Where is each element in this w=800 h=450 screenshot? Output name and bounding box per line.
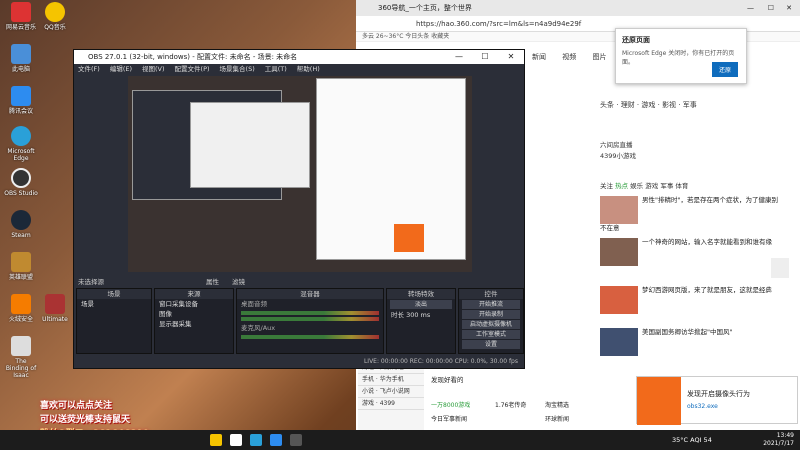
desktop-icon-pc[interactable]: 此电脑: [4, 44, 38, 73]
huorong-icon: [11, 294, 31, 314]
virtual-cam-button[interactable]: 启动虚拟摄像机: [462, 320, 520, 329]
clock[interactable]: 13:49 2021/7/17: [763, 432, 794, 448]
obs-preview[interactable]: [128, 76, 472, 272]
nested-camera-alert: [394, 224, 424, 252]
obs-taskbar-icon[interactable]: [290, 434, 302, 446]
obs-titlebar: OBS 27.0.1 (32-bit, windows) - 配置文件: 未命名…: [74, 50, 524, 64]
camera-alert-popup[interactable]: 发现开启摄像头行为 obs32.exe: [636, 376, 798, 425]
steam-icon: [11, 210, 31, 230]
desktop-icon-edge[interactable]: Microsoft Edge: [4, 126, 38, 162]
side-list: 财经 · 风暴财经 手机 · 华为手机 小说 · 飞卢小说网 游戏 · 4399: [358, 362, 424, 430]
computer-icon: [11, 44, 31, 64]
maximize-icon[interactable]: ☐: [768, 0, 774, 16]
desktop-icon-meeting[interactable]: 腾讯会议: [4, 86, 38, 115]
sources-panel: 来源 窗口采集设备 图像 显示器采集: [154, 288, 234, 354]
restore-button[interactable]: 还原: [711, 62, 738, 77]
text-file-icon: [771, 258, 789, 278]
news-thumb: [600, 286, 638, 314]
news-item[interactable]: 男性"排精时"，若是存在两个症状，为了健康别不在意: [600, 196, 780, 232]
audio-meter: [241, 335, 379, 339]
scene-item[interactable]: 场景: [77, 299, 151, 309]
banner-line: 喜欢可以点点关注: [40, 401, 113, 411]
tencent-meeting-icon: [11, 86, 31, 106]
restore-pages-popup: 还原页面 Microsoft Edge 关闭时，你有已打开的页面。 还原: [615, 28, 747, 84]
no-source-label: 未选择源: [78, 278, 104, 286]
nested-browser: [190, 102, 310, 188]
weather-widget[interactable]: 35°C AQI 54: [672, 436, 712, 444]
maximize-icon[interactable]: ☐: [472, 50, 498, 64]
banner-line: 可以送荧光棒支持鼠天: [40, 415, 131, 425]
studio-mode-button[interactable]: 工作室模式: [462, 330, 520, 339]
source-item[interactable]: 图像: [155, 309, 233, 319]
mixer-panel: 混音器 桌面音频 麦克风/Aux: [236, 288, 384, 354]
start-record-button[interactable]: 开始录制: [462, 310, 520, 319]
tab-title: 360导航_一个主页，整个世界: [378, 4, 472, 12]
news-thumb: [600, 238, 638, 266]
obs-menu: 文件(F) 编辑(E) 视图(V) 配置文件(P) 场景集合(S) 工具(T) 帮助(H): [74, 64, 524, 75]
browser-tab[interactable]: 360导航_一个主页，整个世界 — ☐ ✕: [356, 0, 800, 16]
tile-grid: 发现好看的 一万8000游戏 1.76老传奇 淘宝精选 今日军事新闻 环球新闻: [425, 362, 595, 430]
minimize-icon[interactable]: —: [446, 50, 472, 64]
news-item[interactable]: 梦幻西游网页版，来了就是朋友，这就是经典: [600, 286, 780, 314]
taskbar-icon[interactable]: [210, 434, 222, 446]
source-item[interactable]: 窗口采集设备: [155, 299, 233, 309]
popup-title: 还原页面: [622, 36, 650, 44]
news-item[interactable]: 一个神奇的网站，输入名字就能看到和谁有缘: [600, 238, 780, 266]
transition-select[interactable]: 淡出: [390, 300, 452, 309]
duration-input[interactable]: 300 ms: [406, 311, 430, 319]
news-thumb: [600, 196, 638, 224]
minimize-icon[interactable]: —: [747, 0, 754, 16]
top-links: 头条 · 理财 · 游戏 · 影视 · 军事: [600, 101, 697, 109]
obs-title: OBS 27.0.1 (32-bit, windows) - 配置文件: 未命名…: [88, 53, 298, 61]
news-item[interactable]: 美国副国务卿访华掀起"中国风": [600, 328, 780, 356]
desktop-icon-steam[interactable]: Steam: [4, 210, 38, 239]
desktop-icon-huorong[interactable]: 火绒安全: [4, 294, 38, 323]
news-tabs: 关注 热点 娱乐 游戏 军事 体育: [600, 182, 689, 190]
taskbar-icon[interactable]: [230, 434, 242, 446]
obs-status-bar: LIVE: 00:00:00 REC: 00:00:00 CPU: 0.0%, …: [74, 356, 524, 368]
mixer-track-name: 桌面音频: [241, 300, 267, 308]
filters-button[interactable]: 滤镜: [232, 276, 245, 286]
netease-music-icon: [11, 2, 31, 22]
settings-button[interactable]: 设置: [462, 340, 520, 349]
properties-button[interactable]: 属性: [206, 276, 219, 286]
desktop-icon-lol[interactable]: 英雄联盟: [4, 252, 38, 281]
source-item[interactable]: 显示器采集: [155, 319, 233, 329]
scenes-panel: 场景 场景: [76, 288, 152, 354]
isaac-icon: [11, 336, 31, 356]
ultimate-icon: [45, 294, 65, 314]
nav-news[interactable]: 新闻: [532, 53, 546, 61]
site-links: 六间房直播 4399小游戏: [600, 141, 637, 160]
mixer-track-name: 麦克风/Aux: [241, 324, 276, 332]
nav-image[interactable]: 图片: [592, 53, 606, 61]
controls-panel: 控件 开始推流 开始录制 启动虚拟摄像机 工作室模式 设置: [458, 288, 524, 354]
edge-taskbar-icon[interactable]: [250, 434, 262, 446]
desktop-icon-isaac[interactable]: The Binding of Isaac: [4, 336, 38, 379]
desktop-icon-ultimate[interactable]: Ultimate: [38, 294, 72, 323]
audio-meter: [241, 311, 379, 315]
download-file[interactable]: obs32.exe: [687, 403, 718, 410]
news-thumb: [600, 328, 638, 356]
audio-meter: [241, 317, 379, 321]
desktop-icon-netease[interactable]: 网易云音乐: [4, 2, 38, 31]
taskbar: 35°C AQI 54 13:49 2021/7/17: [0, 430, 800, 450]
nested-page: [316, 78, 466, 260]
url-text: https://hao.360.com/?src=lm&ls=n4a9d94e2…: [416, 20, 582, 28]
start-stream-button[interactable]: 开始推流: [462, 300, 520, 309]
close-icon[interactable]: ✕: [498, 50, 524, 64]
desktop-icon-obs[interactable]: OBS Studio: [4, 168, 38, 197]
obs-window: OBS 27.0.1 (32-bit, windows) - 配置文件: 未命名…: [73, 49, 525, 369]
transitions-panel: 转场特效 淡出 时长 300 ms: [386, 288, 456, 354]
lol-icon: [11, 252, 31, 272]
camera-icon: [637, 377, 681, 425]
taskbar-icon[interactable]: [270, 434, 282, 446]
desktop-icon-textfile[interactable]: Microsoft 文本文档: [766, 258, 794, 296]
edge-icon: [11, 126, 31, 146]
close-icon[interactable]: ✕: [786, 0, 792, 16]
qq-music-icon: [45, 2, 65, 22]
nav-video[interactable]: 视频: [562, 53, 576, 61]
desktop-icon-qqmusic[interactable]: QQ音乐: [38, 2, 72, 31]
obs-icon: [11, 168, 31, 188]
